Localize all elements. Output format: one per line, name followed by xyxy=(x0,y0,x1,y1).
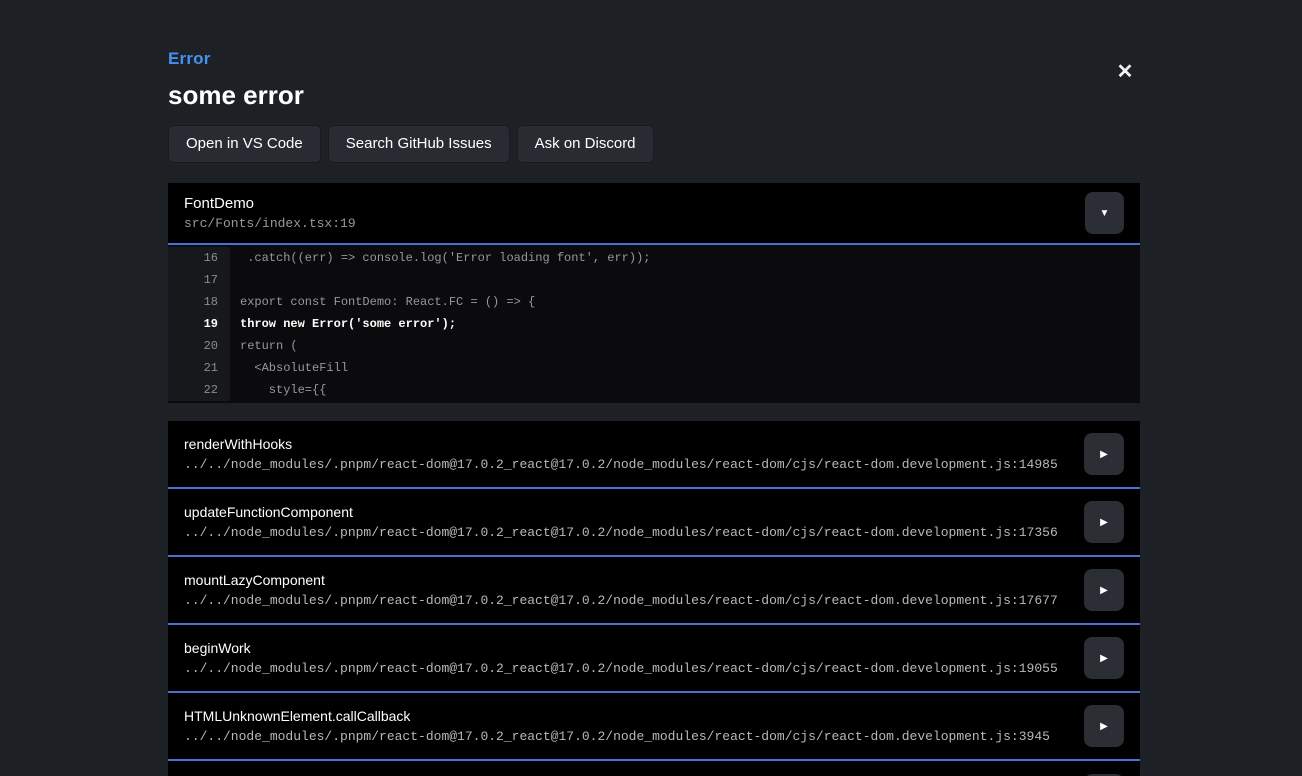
expand-frame-button[interactable]: ▶ xyxy=(1084,433,1124,475)
stack-frame-texts: mountLazyComponent ../../node_modules/.p… xyxy=(184,572,1058,608)
stack-frame-path: ../../node_modules/.pnpm/react-dom@17.0.… xyxy=(184,661,1058,676)
stack-frame-path: ../../node_modules/.pnpm/react-dom@17.0.… xyxy=(184,457,1058,472)
action-buttons-row: Open in VS CodeSearch GitHub IssuesAsk o… xyxy=(168,125,1140,163)
ask-on-discord-button[interactable]: Ask on Discord xyxy=(517,125,654,163)
code-line: 20 return ( xyxy=(168,335,1140,357)
code-line: 19 throw new Error('some error'); xyxy=(168,313,1140,335)
code-frame-titles: FontDemo src/Fonts/index.tsx:19 xyxy=(184,195,356,231)
chevron-down-icon: ▼ xyxy=(1100,208,1110,219)
open-in-vs-code-button[interactable]: Open in VS Code xyxy=(168,125,321,163)
stack-frame-name: renderWithHooks xyxy=(184,436,1058,452)
play-icon: ▶ xyxy=(1100,653,1108,664)
error-title: some error xyxy=(168,80,1140,111)
stack-frame-name: HTMLUnknownElement.callCallback xyxy=(184,708,1050,724)
collapse-code-button[interactable]: ▼ xyxy=(1085,192,1124,234)
play-icon: ▶ xyxy=(1100,721,1108,732)
stack-frame-path: ../../node_modules/.pnpm/react-dom@17.0.… xyxy=(184,729,1050,744)
stack-frame: updateFunctionComponent ../../node_modul… xyxy=(168,489,1140,557)
stack-frame-texts: updateFunctionComponent ../../node_modul… xyxy=(184,504,1058,540)
stack-frame: beginWork ../../node_modules/.pnpm/react… xyxy=(168,625,1140,693)
expand-frame-button[interactable]: ▶ xyxy=(1084,637,1124,679)
stack-frame-path: ../../node_modules/.pnpm/react-dom@17.0.… xyxy=(184,525,1058,540)
stack-frame-texts: beginWork ../../node_modules/.pnpm/react… xyxy=(184,640,1058,676)
line-number: 22 xyxy=(168,379,230,401)
expand-frame-button[interactable]: ▶ xyxy=(1084,569,1124,611)
line-number: 21 xyxy=(168,357,230,379)
line-text: throw new Error('some error'); xyxy=(230,313,456,335)
stack-frame: HTMLUnknownElement.callCallback ../../no… xyxy=(168,693,1140,761)
error-kicker: Error xyxy=(168,49,1140,69)
code-line: 21 <AbsoluteFill xyxy=(168,357,1140,379)
stack-frame-partial: ▶ xyxy=(168,761,1140,776)
stack-frame: renderWithHooks ../../node_modules/.pnpm… xyxy=(168,421,1140,489)
code-line: 22 style={{ xyxy=(168,379,1140,401)
line-text: <AbsoluteFill xyxy=(230,357,348,379)
play-icon: ▶ xyxy=(1100,585,1108,596)
stack-frame-name: updateFunctionComponent xyxy=(184,504,1058,520)
error-overlay: Error some error Open in VS CodeSearch G… xyxy=(168,0,1140,776)
code-line: 16 .catch((err) => console.log('Error lo… xyxy=(168,247,1140,269)
line-number: 20 xyxy=(168,335,230,357)
stack-frame-name: beginWork xyxy=(184,640,1058,656)
play-icon: ▶ xyxy=(1100,517,1108,528)
line-number: 18 xyxy=(168,291,230,313)
expand-frame-button[interactable]: ▶ xyxy=(1084,501,1124,543)
line-number: 16 xyxy=(168,247,230,269)
stack-frame-name: mountLazyComponent xyxy=(184,572,1058,588)
code-line: 18 export const FontDemo: React.FC = () … xyxy=(168,291,1140,313)
line-text: return ( xyxy=(230,335,298,357)
line-text: style={{ xyxy=(230,379,326,401)
code-frame-location: src/Fonts/index.tsx:19 xyxy=(184,216,356,231)
code-frame-header: FontDemo src/Fonts/index.tsx:19 ▼ xyxy=(168,183,1140,245)
line-text: export const FontDemo: React.FC = () => … xyxy=(230,291,535,313)
line-number: 19 xyxy=(168,313,230,335)
line-text xyxy=(230,269,240,291)
code-body: 16 .catch((err) => console.log('Error lo… xyxy=(168,245,1140,403)
search-github-issues-button[interactable]: Search GitHub Issues xyxy=(328,125,510,163)
line-text: .catch((err) => console.log('Error loadi… xyxy=(230,247,650,269)
stack-frame-path: ../../node_modules/.pnpm/react-dom@17.0.… xyxy=(184,593,1058,608)
code-frame: FontDemo src/Fonts/index.tsx:19 ▼ 16 .ca… xyxy=(168,183,1140,403)
code-frame-function-name: FontDemo xyxy=(184,195,356,212)
play-icon: ▶ xyxy=(1100,449,1108,460)
expand-frame-button[interactable]: ▶ xyxy=(1084,705,1124,747)
stack-trace-list: renderWithHooks ../../node_modules/.pnpm… xyxy=(168,421,1140,776)
stack-frame: mountLazyComponent ../../node_modules/.p… xyxy=(168,557,1140,625)
code-line: 17 xyxy=(168,269,1140,291)
line-number: 17 xyxy=(168,269,230,291)
stack-frame-texts: renderWithHooks ../../node_modules/.pnpm… xyxy=(184,436,1058,472)
stack-frame-texts: HTMLUnknownElement.callCallback ../../no… xyxy=(184,708,1050,744)
